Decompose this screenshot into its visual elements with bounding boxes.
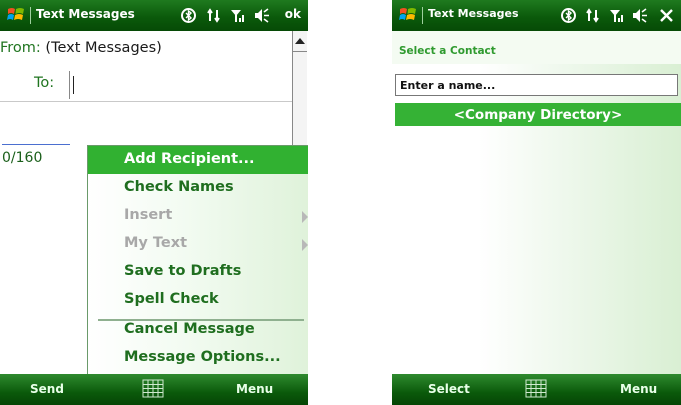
menu-item-add-recipient[interactable]: Add Recipient... — [88, 146, 308, 174]
scroll-up-arrow-icon[interactable] — [295, 38, 305, 44]
window-title: Text Messages — [36, 7, 135, 21]
contact-name-input[interactable] — [395, 74, 678, 96]
keyboard-icon[interactable] — [142, 379, 164, 398]
send-softkey[interactable]: Send — [30, 382, 64, 396]
menu-item-check-names[interactable]: Check Names — [88, 174, 308, 202]
text-caret — [73, 76, 74, 94]
signal-icon — [610, 10, 623, 22]
volume-icon — [255, 8, 269, 23]
scroll-track[interactable] — [293, 51, 307, 152]
compose-screen: Text Messages ok From: (Text Messages) T… — [0, 0, 308, 405]
menu-item-label: My Text — [124, 235, 188, 251]
menu-item-label: Message Options... — [124, 349, 281, 365]
list-item-company-directory[interactable]: <Company Directory> — [395, 103, 681, 126]
to-label: To: — [34, 75, 55, 91]
submenu-arrow-icon — [302, 239, 308, 251]
keyboard-icon[interactable] — [525, 379, 547, 398]
signal-icon — [231, 10, 244, 22]
menu-item-label: Check Names — [124, 179, 234, 195]
title-bar: Text Messages ok — [0, 0, 308, 31]
menu-softkey[interactable]: Menu — [236, 382, 273, 396]
bluetooth-icon — [181, 8, 196, 23]
character-counter: 0/160 — [2, 150, 43, 166]
context-menu: Add Recipient... Check Names Insert My T… — [87, 145, 308, 375]
volume-icon — [633, 8, 647, 23]
divider — [0, 101, 292, 102]
from-label: From: — [0, 40, 41, 56]
header-label: Select a Contact — [399, 45, 496, 57]
menu-item-label: Insert — [124, 207, 173, 223]
title-separator — [30, 7, 31, 24]
scrollbar[interactable] — [292, 31, 307, 151]
windows-logo-icon[interactable] — [6, 5, 26, 25]
menu-item-label: Cancel Message — [124, 321, 255, 337]
connectivity-icon — [207, 8, 220, 23]
menu-item-label: Add Recipient... — [124, 151, 255, 167]
menu-item-insert[interactable]: Insert — [88, 202, 308, 230]
title-separator — [422, 7, 423, 24]
menu-softkey[interactable]: Menu — [620, 382, 657, 396]
windows-logo-icon[interactable] — [398, 5, 418, 25]
message-body-underline — [2, 144, 70, 145]
from-value: (Text Messages) — [45, 40, 162, 56]
menu-item-label: Spell Check — [124, 291, 219, 307]
select-contact-screen: Text Messages Select a Contact <Company … — [392, 0, 681, 405]
bluetooth-icon — [561, 8, 576, 23]
menu-item-save-to-drafts[interactable]: Save to Drafts — [88, 258, 308, 286]
from-field[interactable]: From: (Text Messages) — [0, 40, 162, 56]
menu-item-spell-check[interactable]: Spell Check — [88, 286, 308, 314]
list-item-label: <Company Directory> — [453, 107, 623, 123]
softkey-bar: Select Menu — [392, 374, 681, 405]
menu-item-label: Save to Drafts — [124, 263, 242, 279]
select-softkey[interactable]: Select — [428, 382, 470, 396]
submenu-arrow-icon — [302, 211, 308, 223]
menu-item-my-text[interactable]: My Text — [88, 230, 308, 258]
contact-picker-header: Select a Contact — [392, 31, 681, 64]
menu-item-message-options[interactable]: Message Options... — [88, 344, 308, 372]
close-icon[interactable] — [658, 7, 675, 24]
menu-item-cancel-message[interactable]: Cancel Message — [88, 316, 308, 344]
connectivity-icon — [586, 8, 599, 23]
window-title: Text Messages — [428, 7, 519, 20]
title-bar: Text Messages — [392, 0, 681, 31]
ok-button[interactable]: ok — [285, 7, 301, 21]
softkey-bar: Send Menu — [0, 374, 308, 405]
to-input[interactable] — [69, 71, 292, 99]
